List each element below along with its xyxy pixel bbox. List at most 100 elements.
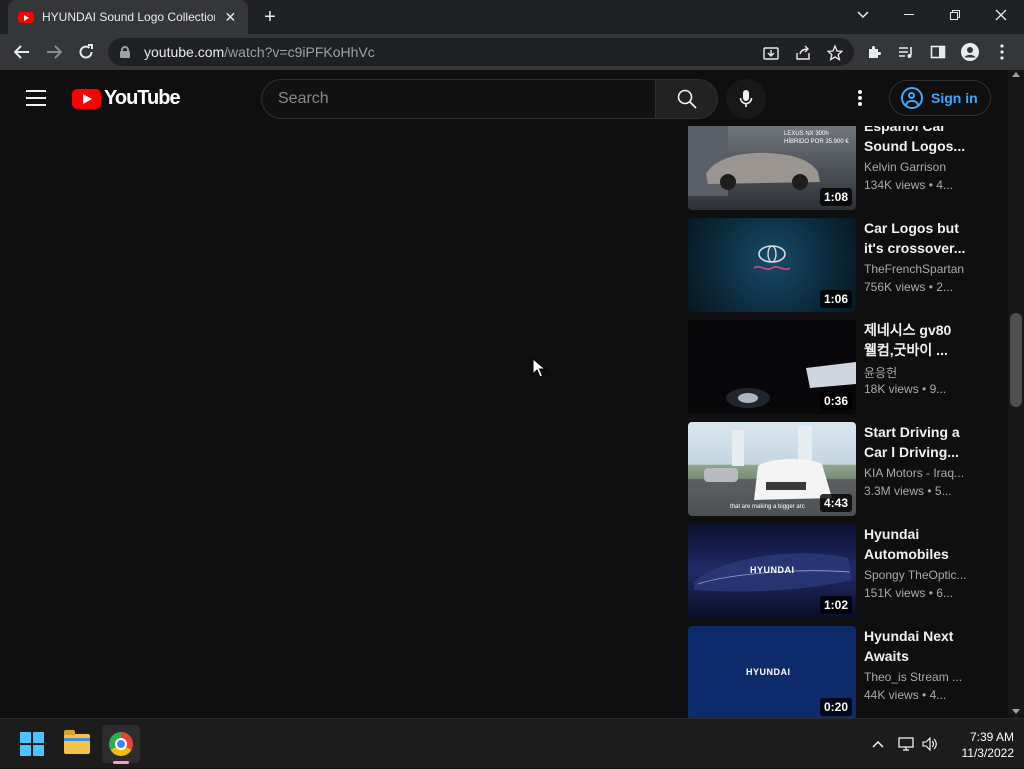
media-queue-icon[interactable]: [896, 42, 916, 62]
search-box: [261, 79, 655, 119]
video-thumbnail[interactable]: HYUNDAI 0:20: [688, 626, 856, 718]
install-app-icon[interactable]: [762, 44, 780, 62]
url-path: /watch?v=c9iPFKoHhVc: [224, 44, 375, 60]
scrollbar-thumb[interactable]: [1010, 313, 1022, 407]
video-thumbnail[interactable]: LEXUS NX 300h HÍBRIDO POR 35.900 € 1:08: [688, 126, 856, 210]
youtube-logo[interactable]: YouTube: [72, 87, 181, 110]
view-count: 756K views: [864, 280, 926, 294]
channel-name[interactable]: Spongy TheOptic...: [864, 568, 968, 582]
search-icon: [677, 89, 697, 109]
view-count: 134K views: [864, 178, 926, 192]
video-title[interactable]: Hyundai Next Awaits: [864, 626, 968, 666]
video-thumbnail[interactable]: 0:36: [688, 320, 856, 414]
video-duration: 4:43: [819, 494, 852, 512]
browser-toolbar: youtube.com/watch?v=c9iPFKoHhVc: [0, 34, 1024, 70]
scroll-down-arrow-icon[interactable]: [1012, 709, 1020, 714]
account-circle-icon: [901, 87, 923, 109]
channel-name[interactable]: Theo_is Stream ...: [864, 670, 968, 684]
channel-name[interactable]: Kelvin Garrison: [864, 160, 968, 174]
settings-menu-icon[interactable]: [850, 88, 870, 108]
share-icon[interactable]: [794, 44, 812, 62]
network-icon[interactable]: [896, 719, 916, 769]
list-item[interactable]: that are making a bigger arc 4:43 Start …: [688, 422, 978, 524]
forward-button[interactable]: [42, 40, 66, 64]
video-thumbnail[interactable]: that are making a bigger arc 4:43: [688, 422, 856, 516]
tab-title: HYUNDAI Sound Logo Collection: [42, 10, 215, 24]
tray-overflow-chevron-icon[interactable]: [868, 719, 888, 769]
video-duration: 1:02: [819, 596, 852, 614]
file-explorer-button[interactable]: [58, 725, 96, 763]
microphone-icon: [739, 90, 753, 107]
video-title[interactable]: Hyundai Automobiles: [864, 524, 968, 564]
video-meta: 3.3M views • 5...: [864, 484, 952, 498]
profile-avatar-icon[interactable]: [960, 42, 980, 62]
list-item[interactable]: 0:36 제네시스 gv80 웰컴,굿바이 ... 윤응헌 18K views …: [688, 320, 978, 422]
address-bar[interactable]: youtube.com/watch?v=c9iPFKoHhVc: [108, 38, 854, 66]
chrome-taskbar-button[interactable]: [102, 725, 140, 763]
video-title[interactable]: Car Logos but it's crossover...: [864, 218, 968, 258]
scroll-up-arrow-icon[interactable]: [1012, 72, 1020, 77]
tab-search-icon[interactable]: [840, 0, 886, 30]
video-title[interactable]: Start Driving a Car l Driving...: [864, 422, 968, 462]
channel-name[interactable]: TheFrenchSpartan: [864, 262, 968, 276]
channel-name[interactable]: 윤응헌: [864, 364, 968, 381]
taskbar-clock[interactable]: 7:39 AM 11/3/2022: [944, 729, 1015, 761]
url-host: youtube.com: [144, 44, 225, 60]
youtube-play-icon: [72, 88, 101, 109]
search-input[interactable]: [278, 90, 638, 108]
list-item[interactable]: HYUNDAI 0:20 Hyundai Next Awaits Theo_is…: [688, 626, 978, 718]
upload-age: 4...: [929, 688, 947, 702]
close-window-button[interactable]: [978, 0, 1024, 30]
tab-close-icon[interactable]: ✕: [223, 9, 238, 26]
video-title[interactable]: Español Car Sound Logos...: [864, 126, 968, 156]
start-button[interactable]: [13, 725, 51, 763]
restore-button[interactable]: [932, 0, 978, 30]
video-meta: 134K views • 4...: [864, 178, 953, 192]
new-tab-button[interactable]: +: [258, 5, 282, 29]
active-app-indicator: [113, 761, 129, 764]
video-meta: 756K views • 2...: [864, 280, 953, 294]
video-duration: 0:36: [819, 392, 852, 410]
video-thumbnail[interactable]: HYUNDAI 1:02: [688, 524, 856, 618]
youtube-favicon-icon: [18, 11, 34, 23]
mouse-cursor-icon: [532, 358, 546, 378]
lock-icon[interactable]: [120, 46, 130, 58]
upload-age: 9...: [929, 382, 947, 396]
youtube-header: YouTube Sign in: [0, 70, 1008, 126]
reload-button[interactable]: [74, 40, 98, 64]
search-button[interactable]: [655, 79, 718, 119]
view-count: 18K views: [864, 382, 919, 396]
video-title[interactable]: 제네시스 gv80 웰컴,굿바이 ...: [864, 320, 968, 360]
browser-tab[interactable]: HYUNDAI Sound Logo Collection ✕: [8, 0, 248, 34]
windows-logo-icon: [20, 732, 44, 756]
minimize-button[interactable]: [886, 0, 932, 30]
volume-icon[interactable]: [920, 719, 940, 769]
video-duration: 0:20: [819, 698, 852, 716]
extensions-puzzle-icon[interactable]: [864, 42, 884, 62]
page-scrollbar[interactable]: [1008, 70, 1024, 718]
sign-in-button[interactable]: Sign in: [889, 80, 991, 116]
browser-menu-icon[interactable]: [992, 42, 1012, 62]
video-duration: 1:06: [819, 290, 852, 308]
video-meta: 151K views • 6...: [864, 586, 953, 600]
list-item[interactable]: 1:06 Car Logos but it's crossover... The…: [688, 218, 978, 320]
upload-age: 6...: [936, 586, 953, 600]
list-item[interactable]: LEXUS NX 300h HÍBRIDO POR 35.900 € 1:08 …: [688, 126, 978, 218]
side-panel-icon[interactable]: [928, 42, 948, 62]
view-count: 3.3M views: [864, 484, 925, 498]
folder-icon: [64, 730, 90, 754]
video-thumbnail[interactable]: 1:06: [688, 218, 856, 312]
hyundai-logo-text: HYUNDAI: [746, 667, 791, 677]
bookmark-star-icon[interactable]: [826, 44, 844, 62]
list-item[interactable]: HYUNDAI 1:02 Hyundai Automobiles Spongy …: [688, 524, 978, 626]
clock-date: 11/3/2022: [961, 746, 1015, 760]
clock-time: 7:39 AM: [969, 730, 1014, 744]
voice-search-button[interactable]: [726, 79, 766, 119]
guide-menu-icon[interactable]: [26, 90, 46, 106]
sign-in-label: Sign in: [931, 90, 978, 106]
recommendations-list: LEXUS NX 300h HÍBRIDO POR 35.900 € 1:08 …: [688, 126, 978, 718]
back-button[interactable]: [10, 40, 34, 64]
upload-age: 5...: [934, 484, 952, 498]
channel-name[interactable]: KIA Motors - Iraq...: [864, 466, 968, 480]
upload-age: 2...: [936, 280, 953, 294]
